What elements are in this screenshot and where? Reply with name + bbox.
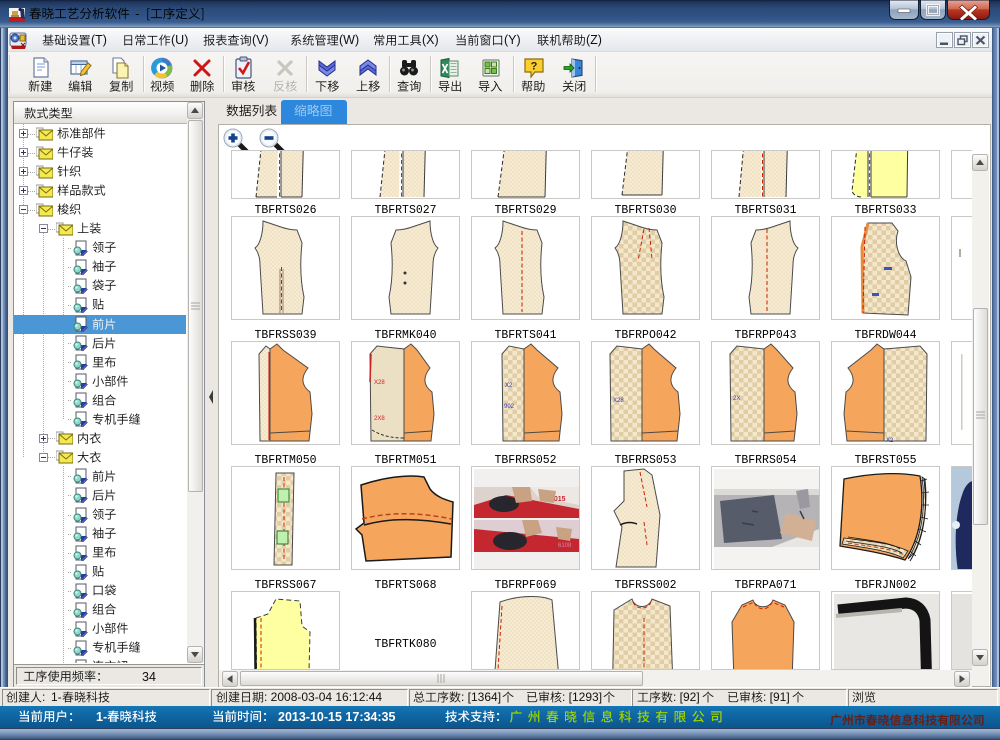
svg-text:X28: X28 (613, 398, 624, 404)
svg-text:X2: X2 (505, 383, 513, 389)
svg-text:2X: 2X (733, 396, 740, 402)
svg-text:X28: X28 (374, 380, 385, 386)
svg-text:X2: X2 (886, 438, 894, 444)
svg-text:6108: 6108 (558, 543, 572, 549)
svg-text:?: ? (530, 61, 537, 73)
svg-text:902: 902 (504, 404, 515, 410)
svg-text:2X8: 2X8 (374, 416, 385, 422)
